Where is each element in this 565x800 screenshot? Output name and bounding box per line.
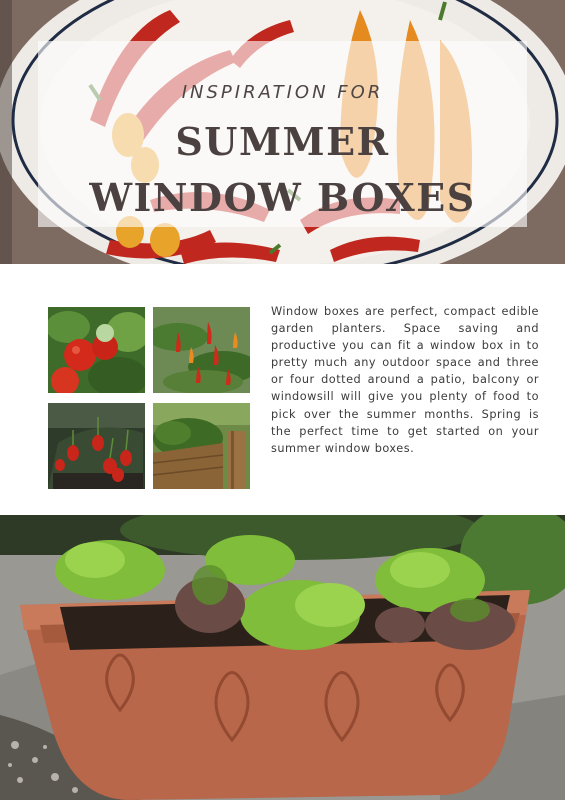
strawberries-thumbnail (48, 403, 145, 489)
cherry-tomatoes-thumbnail (48, 307, 145, 393)
intro-paragraph: Window boxes are perfect, compact edible… (271, 305, 539, 455)
lettuce-window-box-image (0, 515, 565, 800)
hero-section: INSPIRATION FOR SUMMER WINDOW BOXES (0, 0, 565, 264)
thumbnail-grid (48, 307, 252, 489)
chilli-plant-thumbnail (153, 307, 250, 393)
hero-kicker: INSPIRATION FOR (181, 82, 384, 103)
herbs-planter-thumbnail (153, 403, 250, 489)
page-title: SUMMER WINDOW BOXES (89, 119, 476, 220)
